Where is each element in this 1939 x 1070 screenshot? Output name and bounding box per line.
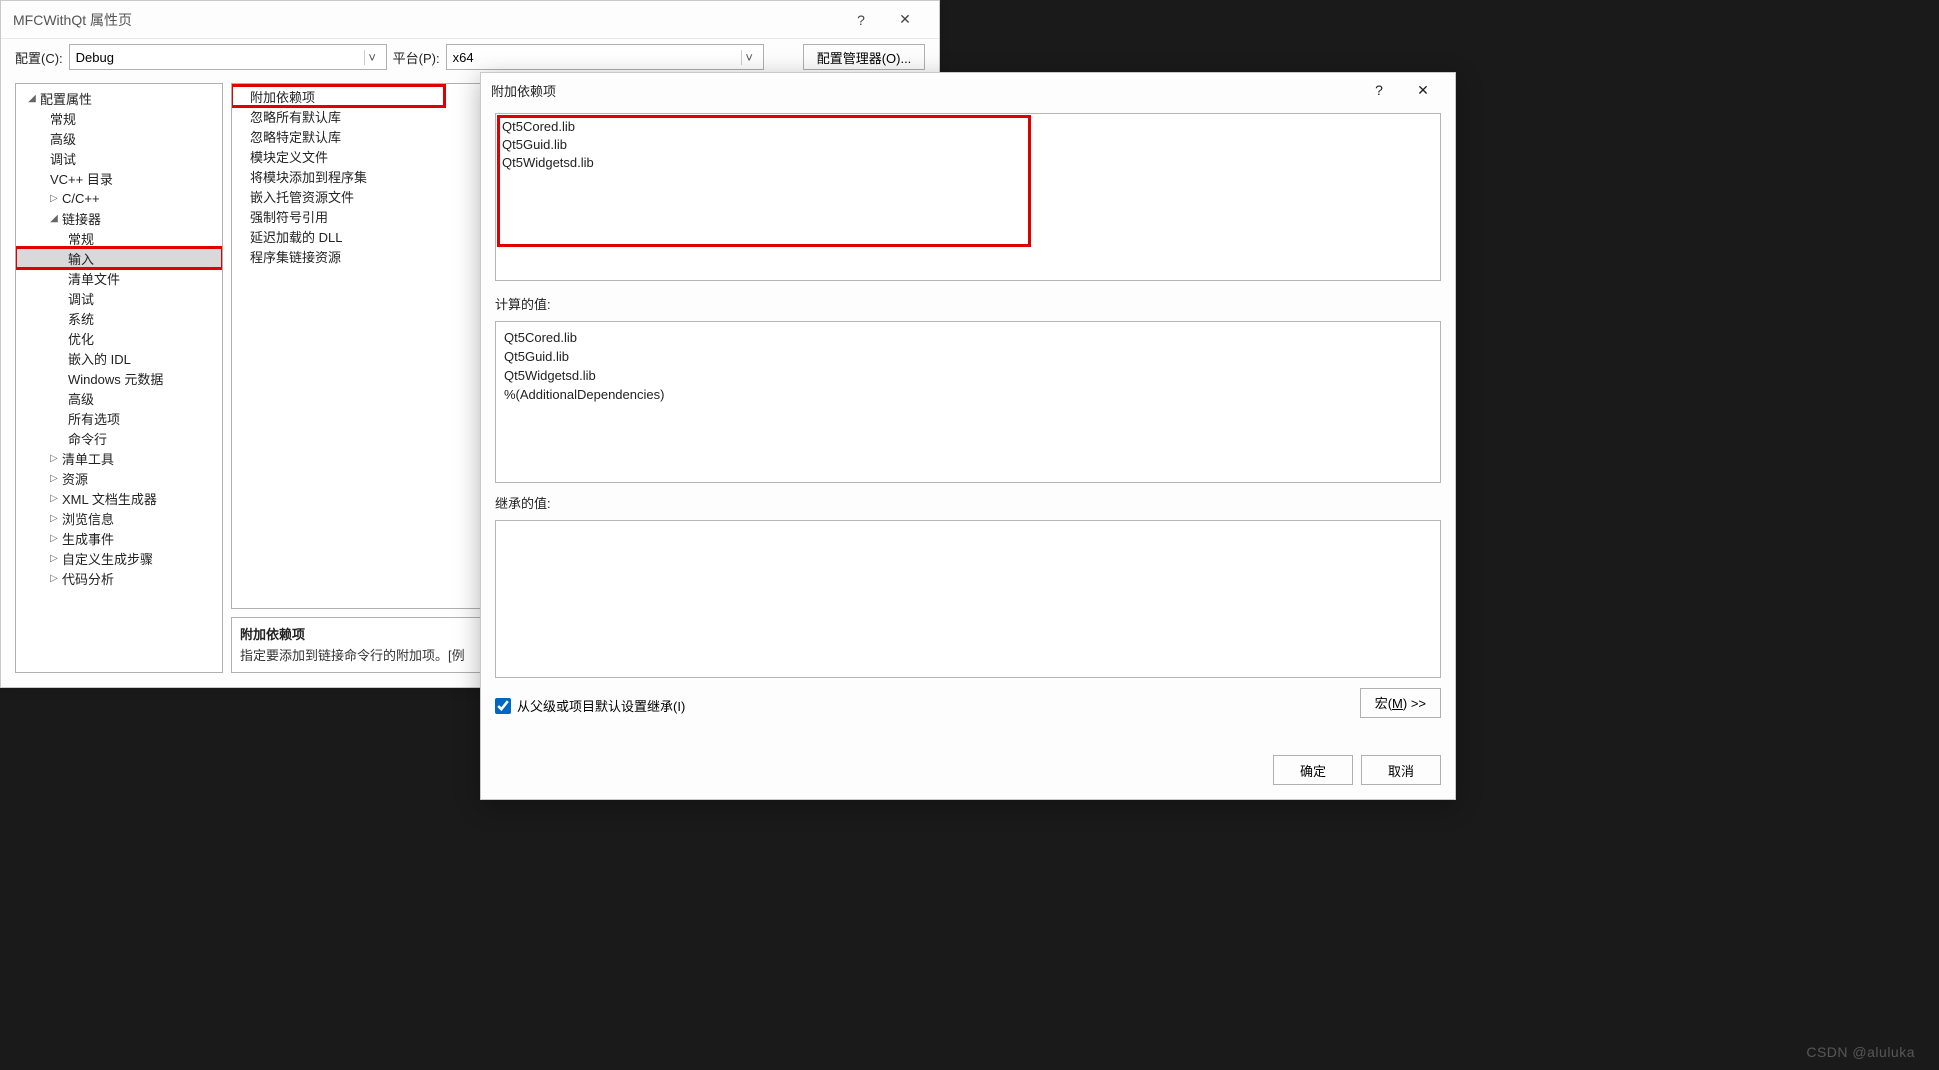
cancel-button[interactable]: 取消 xyxy=(1361,755,1441,785)
tree-root[interactable]: ◢配置属性 xyxy=(16,88,222,108)
chevron-down-icon: ˅ xyxy=(741,50,757,65)
caret-right-icon: ▷ xyxy=(48,533,60,544)
window-title: MFCWithQt 属性页 xyxy=(13,10,132,30)
tree-item[interactable]: Windows 元数据 xyxy=(16,368,222,388)
tree-item-selected[interactable]: 输入 xyxy=(16,248,222,268)
platform-label: 平台(P): xyxy=(393,48,440,67)
tree-item-linker[interactable]: ◢链接器 xyxy=(16,208,222,228)
help-button[interactable]: ? xyxy=(1357,76,1401,104)
close-button[interactable]: ✕ xyxy=(1401,76,1445,104)
caret-right-icon: ▷ xyxy=(48,513,60,524)
caret-right-icon: ▷ xyxy=(48,573,60,584)
config-manager-button[interactable]: 配置管理器(O)... xyxy=(803,44,925,70)
tree-item[interactable]: 常规 xyxy=(16,228,222,248)
caret-right-icon: ▷ xyxy=(48,473,60,484)
deps-edit-textarea[interactable] xyxy=(495,113,1441,281)
dialog-button-row: 确定 取消 xyxy=(481,745,1455,799)
inherited-label: 继承的值: xyxy=(495,493,1441,512)
dialog-title: 附加依赖项 xyxy=(491,81,556,100)
tree-item[interactable]: 高级 xyxy=(16,388,222,408)
help-icon: ? xyxy=(1375,82,1383,98)
tree-item[interactable]: 优化 xyxy=(16,328,222,348)
tree-item[interactable]: 命令行 xyxy=(16,428,222,448)
tree-item[interactable]: ▷清单工具 xyxy=(16,448,222,468)
help-icon: ? xyxy=(857,12,865,28)
caret-right-icon: ▷ xyxy=(48,553,60,564)
config-label: 配置(C): xyxy=(15,48,63,67)
help-button[interactable]: ? xyxy=(839,5,883,35)
titlebar: MFCWithQt 属性页 ? ✕ xyxy=(1,1,939,39)
tree-item[interactable]: 所有选项 xyxy=(16,408,222,428)
caret-right-icon: ▷ xyxy=(48,453,60,464)
config-manager-label: 配置管理器(O)... xyxy=(817,48,912,67)
tree-item[interactable]: 清单文件 xyxy=(16,268,222,288)
macros-button[interactable]: 宏(M) >> xyxy=(1360,688,1441,718)
tree-item[interactable]: ▷XML 文档生成器 xyxy=(16,488,222,508)
ok-button[interactable]: 确定 xyxy=(1273,755,1353,785)
tree-item[interactable]: 调试 xyxy=(16,148,222,168)
config-toolbar: 配置(C): Debug ˅ 平台(P): x64 ˅ 配置管理器(O)... xyxy=(1,39,939,75)
dialog-titlebar: 附加依赖项 ? ✕ xyxy=(481,73,1455,107)
watermark: CSDN @aluluka xyxy=(1806,1044,1915,1060)
chevron-down-icon: ˅ xyxy=(364,50,380,65)
tree-item[interactable]: ▷自定义生成步骤 xyxy=(16,548,222,568)
calculated-label: 计算的值: xyxy=(495,294,1441,313)
calc-line: %(AdditionalDependencies) xyxy=(504,385,1432,404)
config-combo[interactable]: Debug ˅ xyxy=(69,44,387,70)
tree-item[interactable]: ▷浏览信息 xyxy=(16,508,222,528)
close-icon: ✕ xyxy=(899,11,911,28)
tree-item[interactable]: 系统 xyxy=(16,308,222,328)
close-icon: ✕ xyxy=(1417,82,1429,99)
tree-item[interactable]: 调试 xyxy=(16,288,222,308)
tree-item[interactable]: 嵌入的 IDL xyxy=(16,348,222,368)
calculated-values-box[interactable]: Qt5Cored.lib Qt5Guid.lib Qt5Widgetsd.lib… xyxy=(495,321,1441,483)
prop-row-additional-deps[interactable]: 附加依赖项 xyxy=(232,86,444,106)
tree-item[interactable]: ▷生成事件 xyxy=(16,528,222,548)
tree-item[interactable]: 高级 xyxy=(16,128,222,148)
edit-dialog: 附加依赖项 ? ✕ 计算的值: Qt5Cored.lib Qt5Guid.lib… xyxy=(480,72,1456,800)
caret-down-icon: ◢ xyxy=(26,93,38,104)
platform-value: x64 xyxy=(453,50,737,65)
close-button[interactable]: ✕ xyxy=(883,5,927,35)
config-value: Debug xyxy=(76,50,360,65)
inherit-checkbox-label: 从父级或项目默认设置继承(I) xyxy=(517,696,685,715)
calc-line: Qt5Cored.lib xyxy=(504,328,1432,347)
platform-combo[interactable]: x64 ˅ xyxy=(446,44,764,70)
calc-line: Qt5Guid.lib xyxy=(504,347,1432,366)
tree-item-cpp[interactable]: ▷C/C++ xyxy=(16,188,222,208)
inherit-checkbox[interactable] xyxy=(495,698,511,714)
caret-right-icon: ▷ xyxy=(48,193,60,204)
caret-down-icon: ◢ xyxy=(48,213,60,224)
tree-item[interactable]: VC++ 目录 xyxy=(16,168,222,188)
tree-item[interactable]: ▷代码分析 xyxy=(16,568,222,588)
config-tree[interactable]: ◢配置属性 常规 高级 调试 VC++ 目录 ▷C/C++ ◢链接器 常规 输入… xyxy=(15,83,223,673)
caret-right-icon: ▷ xyxy=(48,493,60,504)
inherited-values-box[interactable] xyxy=(495,520,1441,678)
calc-line: Qt5Widgetsd.lib xyxy=(504,366,1432,385)
tree-item[interactable]: 常规 xyxy=(16,108,222,128)
tree-item[interactable]: ▷资源 xyxy=(16,468,222,488)
